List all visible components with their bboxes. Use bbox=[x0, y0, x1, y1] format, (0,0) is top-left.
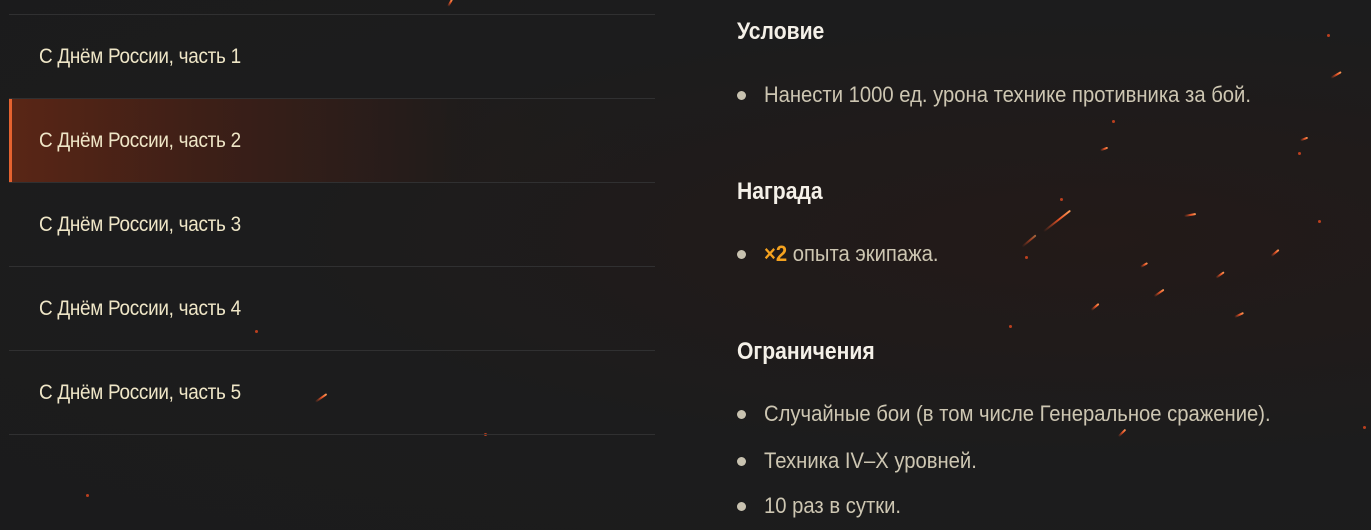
reward-item: ×2 опыта экипажа. bbox=[737, 241, 954, 267]
restrictions-title: Ограничения bbox=[737, 338, 875, 365]
condition-item: Нанести 1000 ед. урона технике противник… bbox=[737, 82, 1293, 108]
restriction-item: 10 раз в сутки. bbox=[737, 493, 913, 519]
bullet-icon bbox=[737, 90, 746, 100]
quest-item-label: С Днём России, часть 2 bbox=[39, 128, 241, 152]
bullet-icon bbox=[737, 409, 746, 419]
quest-item-part-3[interactable]: С Днём России, часть 3 bbox=[9, 183, 655, 267]
restriction-item: Техника IV–X уровней. bbox=[737, 448, 995, 474]
reward-description: опыта экипажа. bbox=[787, 241, 939, 266]
quest-item-part-5[interactable]: С Днём России, часть 5 bbox=[9, 351, 655, 435]
quest-item-part-1[interactable]: С Днём России, часть 1 bbox=[9, 15, 655, 99]
quest-page: С Днём России, часть 1 С Днём России, ча… bbox=[0, 0, 1371, 530]
quest-list: С Днём России, часть 1 С Днём России, ча… bbox=[9, 14, 655, 435]
reward-title: Награда bbox=[737, 178, 823, 205]
quest-item-label: С Днём России, часть 5 bbox=[39, 380, 241, 404]
reward-text: ×2 опыта экипажа. bbox=[764, 241, 939, 267]
bullet-icon bbox=[737, 249, 746, 259]
reward-multiplier: ×2 bbox=[764, 241, 788, 266]
restriction-item: Случайные бои (в том числе Генеральное с… bbox=[737, 401, 1315, 427]
quest-item-label: С Днём России, часть 4 bbox=[39, 296, 241, 320]
quest-item-part-2[interactable]: С Днём России, часть 2 bbox=[9, 99, 655, 183]
restriction-text: Техника IV–X уровней. bbox=[764, 448, 977, 473]
quest-item-label: С Днём России, часть 3 bbox=[39, 212, 241, 236]
quest-item-part-4[interactable]: С Днём России, часть 4 bbox=[9, 267, 655, 351]
restriction-text: Случайные бои (в том числе Генеральное с… bbox=[764, 401, 1271, 426]
quest-item-label: С Днём России, часть 1 bbox=[39, 44, 241, 68]
restriction-text: 10 раз в сутки. bbox=[764, 493, 902, 518]
condition-title: Условие bbox=[737, 18, 825, 45]
condition-text: Нанести 1000 ед. урона технике противник… bbox=[764, 82, 1251, 107]
active-indicator bbox=[9, 99, 12, 182]
bullet-icon bbox=[737, 501, 746, 511]
bullet-icon bbox=[737, 456, 746, 466]
